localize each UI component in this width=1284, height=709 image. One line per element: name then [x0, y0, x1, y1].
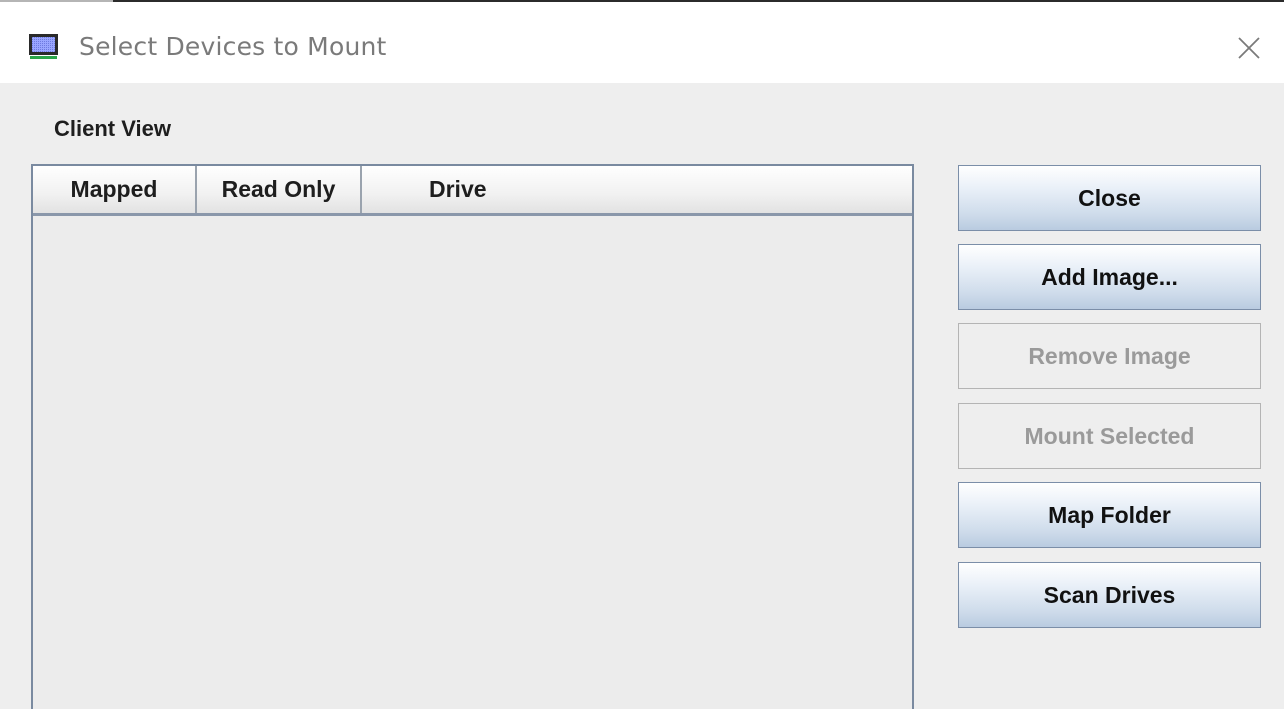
client-view-label: Client View — [54, 116, 171, 141]
window-title: Select Devices to Mount — [79, 32, 387, 61]
mount-selected-button[interactable]: Mount Selected — [958, 403, 1261, 469]
scan-drives-button[interactable]: Scan Drives — [958, 562, 1261, 628]
column-header-mapped[interactable]: Mapped — [33, 166, 197, 213]
table-header: Mapped Read Only Drive — [33, 166, 912, 216]
monitor-icon — [29, 34, 58, 59]
map-folder-button[interactable]: Map Folder — [958, 482, 1261, 548]
client-view-table[interactable]: Mapped Read Only Drive — [31, 164, 914, 709]
close-button[interactable]: Close — [958, 165, 1261, 231]
remove-image-button[interactable]: Remove Image — [958, 323, 1261, 389]
close-icon[interactable] — [1236, 35, 1262, 61]
table-body[interactable] — [33, 219, 912, 709]
select-devices-dialog: Select Devices to Mount Client View Mapp… — [0, 0, 1284, 709]
add-image-button[interactable]: Add Image... — [958, 244, 1261, 310]
title-bar[interactable]: Select Devices to Mount — [0, 2, 1284, 83]
column-header-drive[interactable]: Drive — [362, 166, 912, 213]
column-header-read-only[interactable]: Read Only — [197, 166, 362, 213]
